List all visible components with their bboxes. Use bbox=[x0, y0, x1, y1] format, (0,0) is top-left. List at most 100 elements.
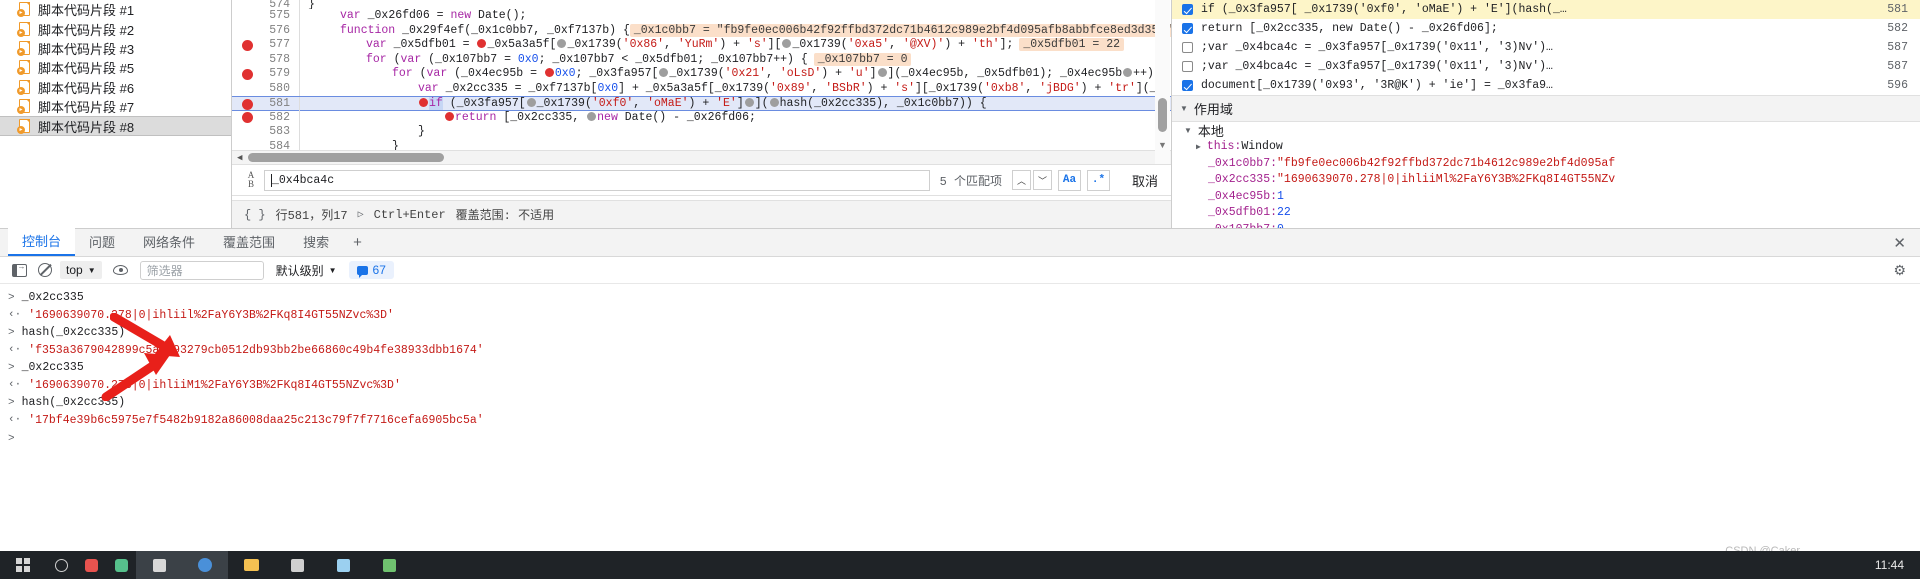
code-line[interactable]: 579 for (var (_0x4ec95b = 0x0; _0x3fa957[… bbox=[232, 67, 1171, 82]
tab-issues[interactable]: 问题 bbox=[75, 229, 129, 256]
code-line-active[interactable]: 581 if (_0x3fa957[_0x1739('0xf0', 'oMaE')… bbox=[232, 96, 1171, 112]
taskbar-app-5[interactable] bbox=[320, 551, 366, 579]
taskbar-app-3[interactable] bbox=[136, 551, 182, 579]
snippet-item-2[interactable]: 脚本代码片段 #2 bbox=[0, 19, 231, 38]
inline-breakpoint-dot[interactable] bbox=[419, 98, 428, 108]
taskbar-clock[interactable]: 11:44 bbox=[1875, 558, 1904, 572]
snippet-item-7[interactable]: 脚本代码片段 #7 bbox=[0, 97, 231, 116]
log-level-select[interactable]: 默认级别 ▼ bbox=[276, 262, 337, 279]
breakpoint-row[interactable]: ;var _0x4bca4c = _0x3fa957[_0x1739('0x11… bbox=[1172, 38, 1920, 57]
scope-row[interactable]: _0x2cc335: "1690639070.278|0|ihliiMl%2Fa… bbox=[1172, 172, 1920, 189]
code-editor[interactable]: 574} 575 var _0x26fd06 = new Date(); 576 f… bbox=[232, 0, 1172, 228]
breakpoint-marker[interactable] bbox=[242, 68, 253, 80]
line-number[interactable]: 578 bbox=[232, 52, 300, 67]
breakpoint-marker[interactable] bbox=[242, 112, 253, 123]
snippet-item-8[interactable]: 脚本代码片段 #8 bbox=[0, 116, 231, 136]
start-button[interactable] bbox=[0, 551, 46, 579]
console-entry-input[interactable]: > _0x2cc335 bbox=[0, 289, 1920, 307]
code-line[interactable]: 576 function _0x29f4ef(_0x1c0bb7, _0xf713… bbox=[232, 23, 1171, 38]
match-case-toggle[interactable]: Aa bbox=[1057, 169, 1081, 191]
console-entry-output[interactable]: ‹· '1690639070.278|0|ihliiM1%2FaY6Y3B%2F… bbox=[0, 377, 1920, 395]
inline-breakpoint-dot[interactable] bbox=[557, 39, 567, 49]
editor-horizontal-scrollbar[interactable]: ◀ ▶ bbox=[232, 150, 1171, 164]
breakpoint-checkbox[interactable] bbox=[1182, 4, 1193, 15]
scope-row[interactable]: _0x1c0bb7: "fb9fe0ec006b42f92ffbd372dc71… bbox=[1172, 155, 1920, 172]
pretty-print-button[interactable]: { } bbox=[244, 208, 266, 222]
inline-breakpoint-dot[interactable] bbox=[782, 39, 792, 49]
scroll-left-arrow[interactable]: ◀ bbox=[237, 153, 242, 163]
console-entry-output[interactable]: ‹· '17bf4e39b6c5975e7f5482b9182a86008daa… bbox=[0, 412, 1920, 430]
scope-row[interactable]: _0x4ec95b: 1 bbox=[1172, 188, 1920, 205]
line-number[interactable]: 582 bbox=[232, 110, 300, 125]
code-line[interactable]: 583} bbox=[232, 125, 1171, 140]
line-number[interactable]: 574 bbox=[232, 0, 300, 9]
inline-breakpoint-dot[interactable] bbox=[877, 68, 887, 78]
add-tab-button[interactable]: + bbox=[343, 229, 372, 256]
console-entry-output[interactable]: ‹· '1690639070.278|0|ihliil%2FaY6Y3B%2FK… bbox=[0, 307, 1920, 325]
taskbar-app-4[interactable] bbox=[274, 551, 320, 579]
snippet-item-5[interactable]: 脚本代码片段 #5 bbox=[0, 58, 231, 77]
inline-breakpoint-dot[interactable] bbox=[587, 111, 597, 121]
breakpoint-marker[interactable] bbox=[242, 98, 253, 110]
tab-search[interactable]: 搜索 bbox=[289, 229, 343, 256]
line-number[interactable]: 580 bbox=[232, 81, 300, 96]
console-entry-input[interactable]: > hash(_0x2cc335) bbox=[0, 324, 1920, 342]
breakpoint-checkbox[interactable] bbox=[1182, 80, 1193, 91]
inline-breakpoint-dot[interactable] bbox=[544, 68, 554, 78]
code-line[interactable]: 577 var _0x5dfb01 = _0x5a3a5f[_0x1739('0x… bbox=[232, 38, 1171, 53]
code-line[interactable]: 582 return [_0x2cc335, new Date() - _0x26… bbox=[232, 110, 1171, 125]
search-prev-button[interactable]: ︿ bbox=[1011, 170, 1031, 190]
scroll-thumb[interactable] bbox=[248, 153, 445, 162]
tab-network-conditions[interactable]: 网络条件 bbox=[129, 229, 209, 256]
taskbar-search-button[interactable] bbox=[46, 551, 76, 579]
clear-console-button[interactable] bbox=[32, 259, 58, 281]
scope-row[interactable]: _0x5dfb01: 22 bbox=[1172, 205, 1920, 222]
scope-row[interactable]: _0x107bb7: 0 bbox=[1172, 221, 1920, 228]
taskbar-app-1[interactable] bbox=[76, 551, 106, 579]
breakpoint-checkbox[interactable] bbox=[1182, 42, 1193, 53]
line-number[interactable]: 584 bbox=[232, 139, 300, 150]
code-line[interactable]: 578 for (var (_0x107bb7 = 0x0; _0x107bb7 … bbox=[232, 52, 1171, 67]
message-count-badge[interactable]: 67 bbox=[348, 261, 394, 279]
breakpoint-marker[interactable] bbox=[242, 39, 253, 51]
snippet-item-3[interactable]: 脚本代码片段 #3 bbox=[0, 39, 231, 58]
taskbar-app-2[interactable] bbox=[106, 551, 136, 579]
code-line[interactable]: 580 var _0x2cc335 = _0xf7137b[0x0] + _0x5… bbox=[232, 81, 1171, 96]
scope-group-local[interactable]: ▼ 本地 bbox=[1172, 122, 1920, 139]
editor-vertical-scrollbar[interactable]: ▼ bbox=[1155, 0, 1170, 164]
snippet-item-6[interactable]: 脚本代码片段 #6 bbox=[0, 78, 231, 97]
search-next-button[interactable]: ﹀ bbox=[1032, 170, 1052, 190]
scope-section-header[interactable]: ▼ 作用域 bbox=[1172, 96, 1920, 122]
taskbar-app-chrome[interactable] bbox=[182, 551, 228, 579]
line-number[interactable]: 575 bbox=[232, 9, 300, 24]
inline-breakpoint-dot[interactable] bbox=[477, 39, 487, 49]
line-number[interactable]: 576 bbox=[232, 23, 300, 38]
inline-breakpoint-dot[interactable] bbox=[1123, 68, 1133, 78]
vscroll-down-arrow[interactable]: ▼ bbox=[1158, 140, 1167, 150]
console-settings-button[interactable]: ⚙ bbox=[1893, 262, 1906, 279]
line-number[interactable]: 579 bbox=[232, 67, 300, 82]
console-filter-input[interactable]: 筛选器 bbox=[139, 260, 264, 280]
breakpoint-checkbox[interactable] bbox=[1182, 23, 1193, 34]
breakpoint-row[interactable]: return [_0x2cc335, new Date() - _0x26fd0… bbox=[1172, 19, 1920, 38]
search-input[interactable]: _0x4bca4c bbox=[264, 169, 930, 191]
tab-coverage[interactable]: 覆盖范围 bbox=[209, 229, 289, 256]
line-number[interactable]: 581 bbox=[232, 97, 300, 112]
inline-breakpoint-dot[interactable] bbox=[445, 111, 454, 121]
taskbar-app-folder[interactable] bbox=[228, 551, 274, 579]
line-number[interactable]: 577 bbox=[232, 38, 300, 53]
toggle-console-sidebar-button[interactable] bbox=[6, 259, 32, 281]
inline-breakpoint-dot[interactable] bbox=[769, 98, 779, 108]
code-area[interactable]: 574} 575 var _0x26fd06 = new Date(); 576 f… bbox=[232, 0, 1171, 150]
scope-row[interactable]: ▶ this: Window bbox=[1172, 139, 1920, 156]
code-line[interactable]: 574} bbox=[232, 0, 1171, 9]
run-icon[interactable]: ▷ bbox=[358, 209, 364, 221]
search-cancel-button[interactable]: 取消 bbox=[1132, 171, 1158, 190]
code-line[interactable]: 584} bbox=[232, 139, 1171, 150]
chevron-right-icon[interactable]: ▶ bbox=[1196, 142, 1201, 152]
breakpoint-row[interactable]: document[_0x1739('0x93', '3R@K') + 'ie']… bbox=[1172, 76, 1920, 95]
console-prompt[interactable]: > bbox=[0, 429, 1920, 449]
taskbar-app-6[interactable] bbox=[366, 551, 412, 579]
breakpoint-row[interactable]: if (_0x3fa957[ _0x1739('0xf0', 'oMaE') +… bbox=[1172, 0, 1920, 19]
line-number[interactable]: 583 bbox=[232, 125, 300, 140]
